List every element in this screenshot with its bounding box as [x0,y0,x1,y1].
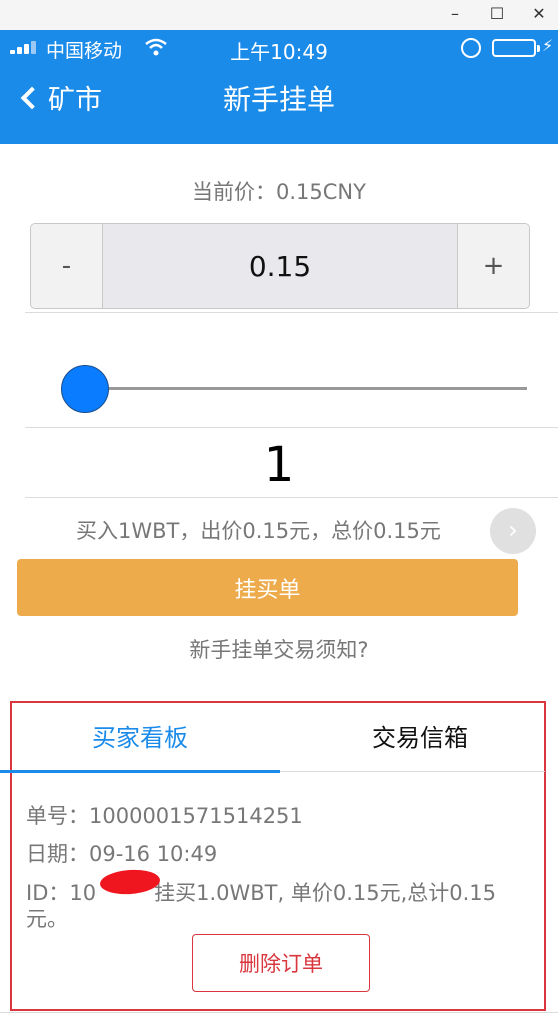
status-bar: 中国移动 上午10:49 ⚡ [0,30,558,64]
tab-buyer-board[interactable]: 买家看板 [5,718,275,753]
price-stepper: - 0.15 + [30,223,530,309]
divider [25,497,558,498]
trading-notice-link[interactable]: 新手挂单交易须知? [0,634,558,664]
bottom-divider [0,1012,558,1013]
divider [25,312,558,313]
active-tab-indicator [0,770,280,773]
page-title: 新手挂单 [222,83,335,116]
order-summary: 买入1WBT，出价0.15元，总价0.15元 [76,519,441,543]
orientation-lock-icon [461,38,481,58]
window-title-bar: – ☐ ✕ [0,0,558,30]
divider [25,427,558,428]
order-id-line: ID：10 挂买1.0WBT, 单价0.15元,总计0.15 [26,877,496,907]
order-id-prefix: ID：10 [26,881,97,905]
minimize-button[interactable]: – [440,2,470,26]
next-arrow-icon[interactable]: › [490,508,536,554]
order-id-wrap: 元。 [26,907,68,931]
order-date: 日期：09-16 10:49 [26,842,218,866]
quantity-slider-thumb[interactable] [61,365,109,413]
price-input[interactable]: 0.15 [103,224,457,308]
quantity-slider-track[interactable] [85,387,527,390]
maximize-button[interactable]: ☐ [482,2,512,26]
tab-divider [280,771,545,772]
order-id-detail: 挂买1.0WBT, 单价0.15元,总计0.15 [154,881,497,905]
current-price: 当前价：0.15CNY [192,180,366,204]
close-window-button[interactable]: ✕ [524,2,554,26]
delete-order-button[interactable]: 删除订单 [192,934,370,992]
battery-tip [537,45,540,52]
charging-icon: ⚡ [542,36,554,55]
battery-icon [492,39,536,57]
order-number: 单号：1000001571514251 [26,804,303,828]
tab-trade-mailbox[interactable]: 交易信箱 [285,718,555,753]
quantity-value[interactable]: 1 [0,437,558,493]
decrease-price-button[interactable]: - [31,224,103,308]
increase-price-button[interactable]: + [457,224,529,308]
nav-bar: 矿市 新手挂单 [0,64,558,144]
place-buy-order-button[interactable]: 挂买单 [17,559,518,616]
